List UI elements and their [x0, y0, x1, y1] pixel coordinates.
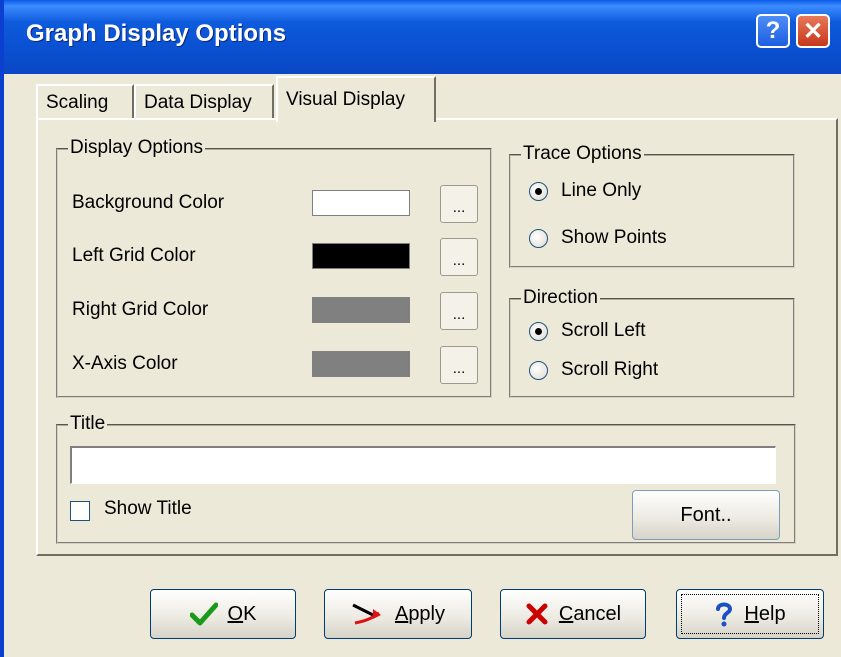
ellipsis-label: ...: [452, 199, 466, 216]
left-grid-color-swatch: [312, 243, 410, 269]
apply-arrow-icon: [351, 601, 385, 627]
tab-data-display[interactable]: Data Display: [134, 84, 274, 120]
title-bar: Graph Display Options ? ✕: [4, 0, 841, 74]
tab-scaling-label: Scaling: [46, 92, 109, 113]
show-title-label: Show Title: [104, 498, 192, 519]
tab-data-display-label: Data Display: [144, 92, 252, 113]
left-grid-color-label: Left Grid Color: [72, 245, 196, 266]
direction-legend: Direction: [521, 287, 600, 309]
left-grid-color-button[interactable]: ...: [440, 238, 478, 276]
right-grid-color-button[interactable]: ...: [440, 292, 478, 330]
background-color-label: Background Color: [72, 192, 225, 213]
ok-button-label: OK: [227, 602, 257, 625]
close-icon: ✕: [802, 17, 824, 45]
scroll-right-label: Scroll Right: [561, 359, 659, 380]
x-axis-color-swatch: [312, 351, 410, 377]
title-legend: Title: [68, 413, 108, 435]
show-points-radio[interactable]: [529, 229, 548, 248]
scroll-right-radio[interactable]: [529, 361, 548, 380]
dialog-window: Graph Display Options ? ✕ Scaling Data D…: [0, 0, 841, 657]
ok-button[interactable]: OK: [150, 589, 296, 639]
scroll-left-radio[interactable]: [529, 322, 548, 341]
cancel-x-icon: [525, 602, 549, 626]
scroll-left-label: Scroll Left: [561, 320, 646, 341]
help-icon: ?: [765, 17, 781, 44]
right-grid-color-swatch: [312, 297, 410, 323]
cancel-button[interactable]: Cancel: [500, 589, 646, 639]
line-only-radio[interactable]: [529, 182, 548, 201]
font-button[interactable]: Font..: [632, 490, 780, 540]
help-button[interactable]: Help: [676, 589, 824, 639]
title-close-button[interactable]: ✕: [796, 14, 830, 48]
ellipsis-label: ...: [452, 306, 466, 323]
cancel-button-label: Cancel: [558, 602, 622, 625]
x-axis-color-label: X-Axis Color: [72, 353, 178, 374]
tab-scaling[interactable]: Scaling: [36, 84, 134, 120]
line-only-label: Line Only: [561, 180, 642, 201]
ellipsis-label: ...: [452, 360, 466, 377]
help-button-focus-ring: [681, 594, 819, 634]
display-options-legend: Display Options: [68, 137, 206, 159]
show-points-label: Show Points: [561, 227, 667, 248]
tab-visual-display[interactable]: Visual Display: [276, 76, 436, 122]
show-title-checkbox[interactable]: [70, 501, 90, 521]
font-button-label: Font..: [680, 503, 732, 526]
apply-button[interactable]: Apply: [324, 589, 472, 639]
title-help-button[interactable]: ?: [756, 14, 790, 48]
trace-options-legend: Trace Options: [521, 143, 644, 165]
checkmark-icon: [189, 602, 218, 626]
window-title: Graph Display Options: [26, 20, 287, 47]
apply-button-label: Apply: [394, 602, 446, 625]
direction-group: Direction: [509, 287, 795, 398]
background-color-swatch: [312, 190, 410, 216]
background-color-button[interactable]: ...: [440, 185, 478, 223]
right-grid-color-label: Right Grid Color: [72, 299, 209, 320]
title-input[interactable]: [70, 446, 776, 484]
tab-visual-display-label: Visual Display: [286, 89, 405, 110]
ellipsis-label: ...: [452, 252, 466, 269]
x-axis-color-button[interactable]: ...: [440, 346, 478, 384]
trace-options-group: Trace Options: [509, 143, 795, 268]
